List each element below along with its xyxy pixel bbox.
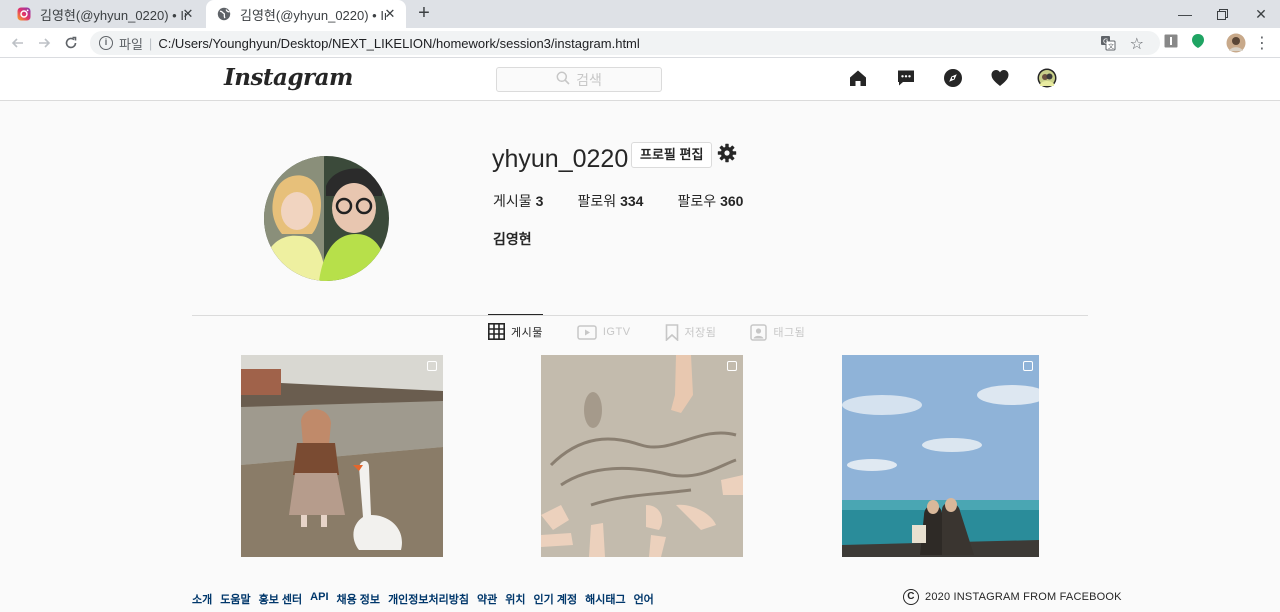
footer-copyright: C 2020 INSTAGRAM FROM FACEBOOK (903, 589, 1122, 605)
browser-tab-bar: 김영현(@yhyun_0220) • Instagram ✕ 김영현(@yhyu… (0, 0, 1280, 28)
extension-icon-1[interactable] (1163, 33, 1179, 49)
home-icon[interactable] (847, 67, 869, 89)
bookmark-icon (665, 323, 679, 341)
footer-link-about[interactable]: 소개 (192, 591, 212, 607)
seaside-photo (842, 355, 1039, 557)
copyright-icon: C (903, 589, 919, 605)
stat-label: 팔로우 (677, 193, 717, 209)
footer-link-hashtags[interactable]: 해시태그 (585, 591, 625, 607)
messages-icon[interactable] (895, 67, 917, 89)
browser-tab-title: 김영현(@yhyun_0220) • Instagram (40, 7, 186, 23)
extension-icon-2[interactable] (1190, 33, 1206, 49)
tab-label: 저장됨 (684, 327, 717, 339)
bookmark-star-icon[interactable]: ☆ (1130, 34, 1144, 54)
translate-icon[interactable]: G文 (1100, 35, 1116, 54)
footer-link-terms[interactable]: 약관 (477, 591, 497, 607)
followers-count[interactable]: 팔로워 334 (577, 191, 643, 211)
tab-label: 태그됨 (773, 327, 806, 339)
tab-label: IGTV (602, 326, 631, 338)
profile-avatar-icon[interactable] (1036, 67, 1058, 89)
park-swan-photo (241, 355, 443, 557)
posts-count: 게시물 3 (493, 191, 543, 211)
scheme-label: 파일 (119, 36, 143, 52)
restore-icon (1216, 8, 1228, 20)
stat-label: 게시물 (493, 193, 532, 209)
close-tab-icon[interactable]: ✕ (382, 6, 398, 22)
grid-icon (488, 323, 505, 340)
url-text[interactable]: C:/Users/Younghyun/Desktop/NEXT_LIKELION… (158, 36, 639, 51)
tab-saved[interactable]: 저장됨 (665, 315, 717, 349)
back-icon[interactable] (8, 33, 28, 53)
search-placeholder: 검색 (576, 71, 602, 88)
footer-links: 소개 도움말 홍보 센터 API 채용 정보 개인정보처리방침 약관 위치 인기… (192, 591, 662, 607)
forward-icon[interactable] (34, 33, 54, 53)
footer-link-jobs[interactable]: 채용 정보 (337, 591, 381, 607)
profile-stats: 게시물 3 팔로워 334 팔로우 360 (493, 191, 777, 211)
browser-toolbar: i 파일 | C:/Users/Younghyun/Desktop/NEXT_L… (0, 28, 1280, 58)
footer-link-help[interactable]: 도움말 (220, 591, 250, 607)
explore-icon[interactable] (942, 67, 964, 89)
edit-profile-button[interactable]: 프로필 편집 (631, 142, 713, 168)
footer-link-api[interactable]: API (310, 591, 328, 607)
tab-label: 게시물 (511, 326, 543, 339)
tab-tagged[interactable]: 태그됨 (750, 315, 805, 349)
profile-picture[interactable] (264, 156, 389, 281)
chrome-menu-icon[interactable]: ⋮ (1254, 33, 1270, 53)
instagram-favicon-icon (16, 6, 32, 22)
stat-value: 334 (620, 193, 644, 209)
globe-favicon-icon (216, 6, 232, 22)
tab-posts[interactable]: 게시물 (488, 314, 543, 348)
search-input[interactable]: 검색 (496, 67, 662, 92)
footer-link-press[interactable]: 홍보 센터 (259, 591, 303, 607)
footer-link-privacy[interactable]: 개인정보처리방침 (388, 591, 469, 607)
igtv-icon (577, 324, 597, 340)
multiple-photos-icon (1023, 361, 1033, 371)
footer-link-top-accounts[interactable]: 인기 계정 (534, 591, 578, 607)
stat-label: 팔로워 (577, 193, 617, 209)
stat-value: 3 (535, 193, 544, 209)
following-count[interactable]: 팔로우 360 (677, 191, 743, 211)
browser-tab-1[interactable]: 김영현(@yhyun_0220) • Instagram ✕ (6, 0, 204, 28)
tab-igtv[interactable]: IGTV (577, 315, 631, 349)
post-thumbnail[interactable] (842, 355, 1039, 557)
copyright-text: 2020 INSTAGRAM FROM FACEBOOK (925, 591, 1122, 603)
multiple-photos-icon (727, 361, 737, 371)
post-thumbnail[interactable] (241, 355, 443, 557)
settings-gear-icon[interactable] (717, 143, 737, 163)
multiple-photos-icon (427, 361, 437, 371)
address-separator: | (148, 35, 153, 51)
sand-writing-photo (541, 355, 743, 557)
footer-link-language[interactable]: 언어 (634, 591, 654, 607)
close-window-button[interactable]: ✕ (1238, 2, 1280, 26)
footer-link-locations[interactable]: 위치 (505, 591, 525, 607)
svg-text:文: 文 (1108, 43, 1114, 51)
search-icon (556, 71, 570, 88)
new-tab-button[interactable]: + (414, 3, 434, 24)
activity-heart-icon[interactable] (989, 67, 1011, 89)
browser-tab-2[interactable]: 김영현(@yhyun_0220) • Instagram ✕ (206, 0, 406, 28)
address-bar[interactable]: i 파일 | C:/Users/Younghyun/Desktop/NEXT_L… (90, 31, 1160, 55)
profile-full-name: 김영현 (493, 231, 532, 247)
tagged-icon (750, 323, 768, 341)
instagram-logo[interactable]: Instagram (224, 64, 353, 91)
user-profile-avatar-icon[interactable] (1226, 33, 1246, 53)
info-icon[interactable]: i (99, 36, 113, 50)
instagram-header: Instagram 검색 (0, 58, 1280, 101)
browser-tab-title: 김영현(@yhyun_0220) • Instagram (240, 7, 386, 23)
profile-username: yhyun_0220 (492, 145, 629, 173)
reload-icon[interactable] (61, 33, 81, 53)
profile-tabs: 게시물 IGTV 저장됨 태그됨 (488, 314, 839, 349)
stat-value: 360 (720, 193, 744, 209)
close-tab-icon[interactable]: ✕ (180, 6, 196, 22)
post-thumbnail[interactable] (541, 355, 743, 557)
